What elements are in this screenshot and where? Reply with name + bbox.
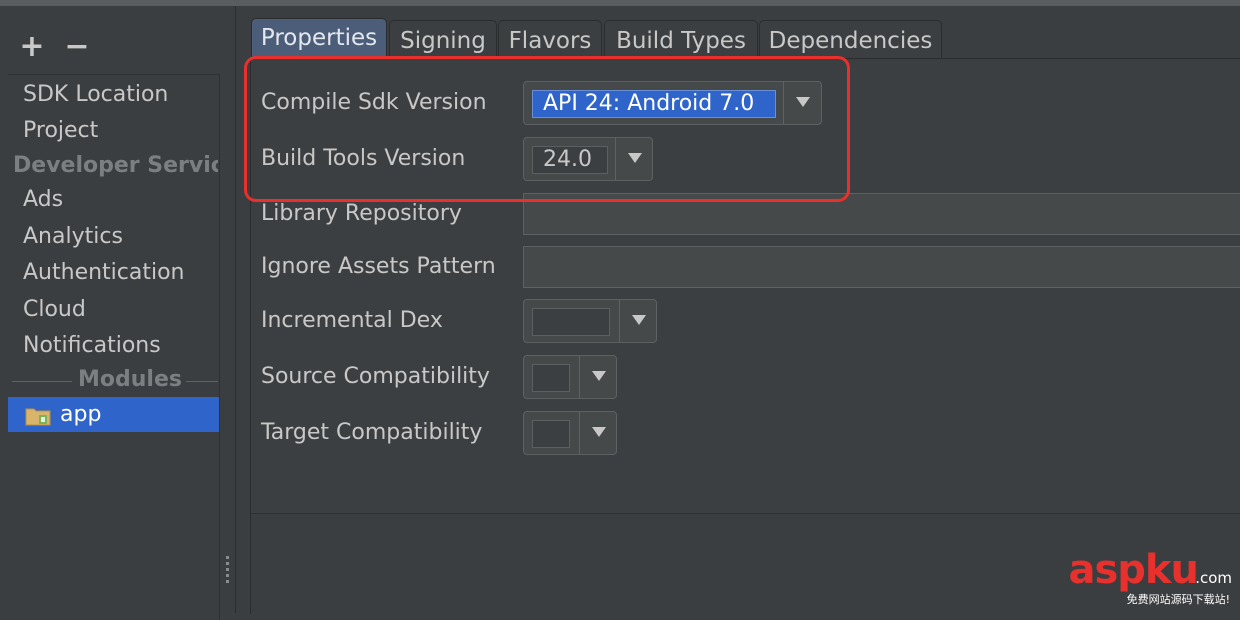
- sidebar-item-cloud[interactable]: Cloud: [23, 293, 86, 327]
- incremental-dex-combo[interactable]: [523, 299, 657, 343]
- target-compat-label: Target Compatibility: [261, 420, 483, 445]
- panel-divider: [235, 6, 236, 613]
- modules-divider-left: [12, 381, 72, 382]
- sidebar-item-authentication[interactable]: Authentication: [23, 256, 185, 290]
- sidebar-group-developer-services: Developer Servic: [13, 153, 218, 178]
- incremental-dex-label: Incremental Dex: [261, 308, 443, 333]
- source-compat-value[interactable]: [532, 364, 570, 392]
- ignore-assets-field[interactable]: [523, 246, 1240, 288]
- library-repository-label: Library Repository: [261, 201, 462, 226]
- source-compat-combo[interactable]: [523, 355, 617, 399]
- watermark-subtitle: 免费网站源码下载站!: [1126, 593, 1230, 606]
- incremental-dex-dropdown-arrow[interactable]: [621, 300, 657, 342]
- sidebar-group-modules: Modules: [78, 367, 182, 392]
- sidebar-item-ads[interactable]: Ads: [23, 183, 63, 217]
- watermark-brand: aspku: [1068, 547, 1199, 593]
- add-module-button[interactable]: +: [19, 32, 45, 62]
- target-compat-value[interactable]: [532, 420, 570, 448]
- sidebar-item-app-label: app: [60, 402, 102, 427]
- ignore-assets-label: Ignore Assets Pattern: [261, 254, 496, 279]
- incremental-dex-value[interactable]: [532, 308, 610, 336]
- left-panel: + − SDK Location Project Developer Servi…: [0, 6, 236, 620]
- chevron-down-icon: [592, 371, 606, 381]
- watermark: aspku .com 免费网站源码下载站!: [1064, 547, 1234, 607]
- sidebar: SDK Location Project Developer Servic Ad…: [8, 74, 220, 620]
- tab-flavors[interactable]: Flavors: [498, 20, 602, 59]
- tab-dependencies[interactable]: Dependencies: [759, 20, 942, 59]
- sidebar-item-analytics[interactable]: Analytics: [23, 220, 123, 254]
- tab-build-types[interactable]: Build Types: [604, 20, 758, 59]
- watermark-tld: .com: [1195, 569, 1232, 587]
- chevron-down-icon: [632, 315, 646, 325]
- sidebar-item-app[interactable]: app: [8, 397, 219, 432]
- sidebar-item-project[interactable]: Project: [23, 114, 98, 148]
- target-compat-combo[interactable]: [523, 411, 617, 455]
- splitter-handle[interactable]: [224, 554, 232, 584]
- target-compat-dropdown-arrow[interactable]: [581, 412, 617, 454]
- tab-signing[interactable]: Signing: [389, 20, 497, 59]
- tab-properties[interactable]: Properties: [251, 18, 387, 59]
- chevron-down-icon: [592, 427, 606, 437]
- module-folder-icon: [25, 408, 51, 426]
- sidebar-item-sdk-location[interactable]: SDK Location: [23, 78, 168, 112]
- source-compat-dropdown-arrow[interactable]: [581, 356, 617, 398]
- modules-divider-right: [186, 381, 218, 382]
- source-compat-label: Source Compatibility: [261, 364, 490, 389]
- red-highlight-annotation: [244, 56, 850, 202]
- remove-module-button[interactable]: −: [64, 32, 90, 62]
- sidebar-item-notifications[interactable]: Notifications: [23, 329, 161, 363]
